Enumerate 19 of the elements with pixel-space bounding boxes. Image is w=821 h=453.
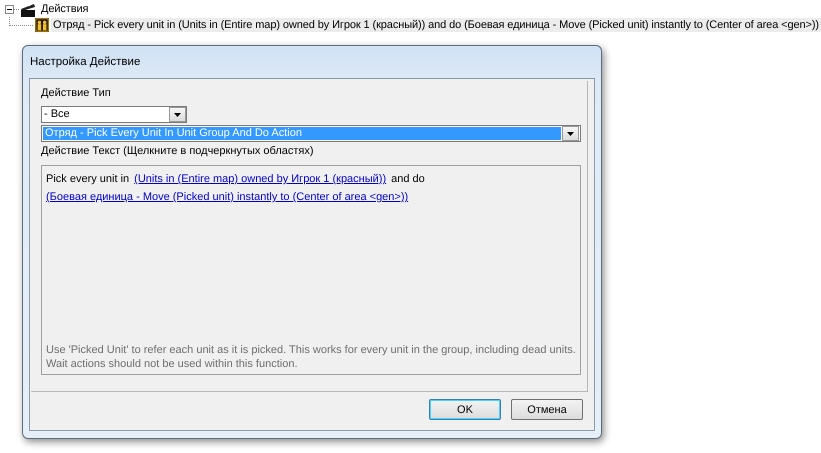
collapse-toggle[interactable] [5, 4, 14, 14]
dropdown[interactable]: - Все [41, 106, 187, 123]
hint-text: Use 'Picked Unit' to refer each unit as it is picked. This works for every unit in the group, including dead units. [46, 343, 576, 357]
clapperboard-icon [19, 1, 37, 17]
hint-text: Wait actions should not be used within this function. [46, 357, 299, 371]
action-text: Pick every unit in [46, 173, 130, 185]
caret-icon [174, 112, 181, 116]
caret-icon [567, 132, 574, 136]
tree-item[interactable]: Действия [39, 2, 90, 16]
cancel-button[interactable]: Отмена [511, 399, 583, 420]
window-title: Настройка Действие [30, 56, 140, 68]
ok-button[interactable]: OK [429, 399, 501, 420]
parameter-link[interactable]: (Units in (Entire map) owned by Игрок 1 (красный)) [134, 173, 386, 185]
parameter-link[interactable]: (Боевая единица - Move (Picked unit) instantly to (Center of area <gen>)) [46, 191, 408, 203]
tree-item[interactable]: Отряд - Pick every unit in (Units in (Entire map) owned by Игрок 1 (красный)) and do (Боевая единица - Move (Picked unit) instantly to (Center of area <gen>)) [50, 18, 821, 32]
field-label: Действие Текст (Щелкните в подчеркнутых областях) [41, 145, 314, 159]
action-text: and do [391, 173, 425, 185]
unit-group-icon [34, 17, 49, 33]
field-label: Действие Тип [41, 87, 111, 101]
